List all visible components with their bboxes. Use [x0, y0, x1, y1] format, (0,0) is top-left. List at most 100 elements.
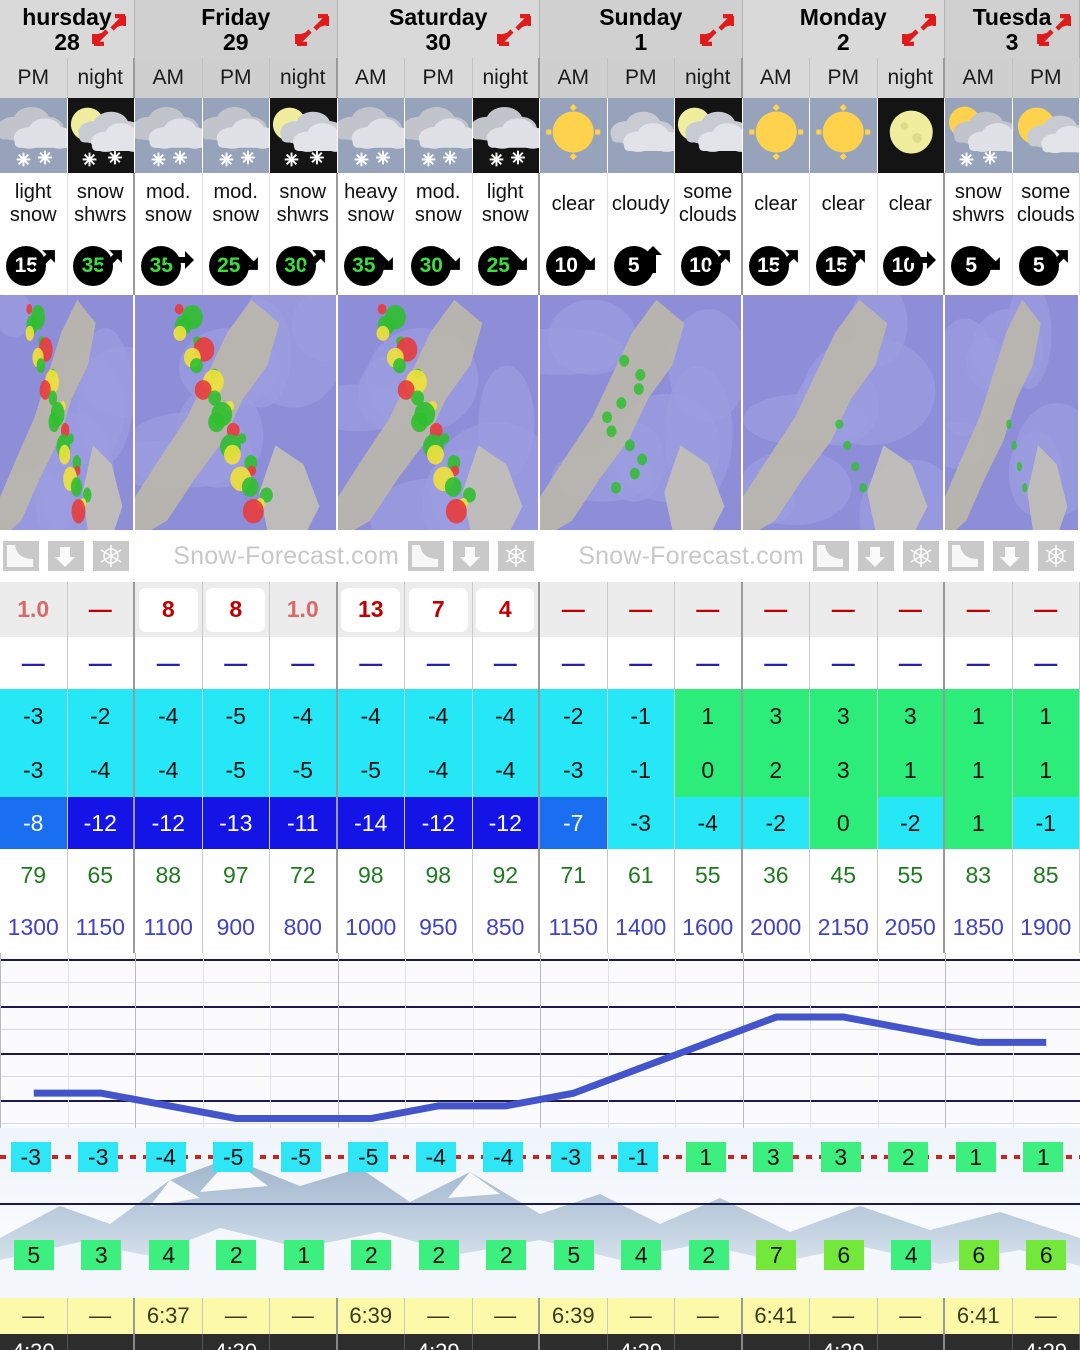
expand-arrows-icon[interactable] [901, 13, 938, 47]
period-pm-12[interactable]: PM [810, 58, 878, 98]
period-night-13[interactable]: night [877, 58, 945, 98]
sunrise-cell: 6:39 [540, 1298, 608, 1334]
period-am-14[interactable]: AM [945, 58, 1013, 98]
wind-cell: 30 [270, 235, 338, 295]
min-temp-cell: 3 [810, 743, 878, 797]
expand-arrows-icon[interactable] [699, 13, 735, 47]
rain-amount-cell: — [270, 637, 338, 689]
period-am-11[interactable]: AM [742, 58, 810, 98]
wind-direction-arrow-se [368, 245, 398, 281]
day-header-thursday[interactable]: hursday 28 [0, 0, 135, 58]
period-am-2[interactable]: AM [135, 58, 203, 98]
forecast-map[interactable] [742, 295, 945, 530]
forecast-map[interactable] [0, 295, 135, 530]
period-night-10[interactable]: night [675, 58, 743, 98]
expand-arrows-icon[interactable] [294, 13, 330, 47]
sunrise-cell: — [67, 1298, 135, 1334]
rain-amount-cell: — [810, 637, 878, 689]
max-temp-cell: -5 [202, 689, 270, 743]
rain-amount-cell: — [202, 637, 270, 689]
hum-value: 98 [425, 861, 452, 888]
wind-direction-arrow-se [502, 245, 532, 281]
rain-amount-cell: — [742, 637, 810, 689]
expand-arrows-icon[interactable] [496, 13, 533, 47]
weather-icon-cloud-snow [135, 98, 203, 173]
toolbar-snow-crystal-icon[interactable] [903, 541, 939, 571]
day-header-monday[interactable]: Monday 2 [742, 0, 945, 58]
toolbar-download-arrow-icon[interactable] [858, 541, 894, 571]
day-header-sunday[interactable]: Sunday 1 [540, 0, 743, 58]
wind-chill-cell: -3 [607, 797, 675, 849]
snow-value: — [764, 596, 788, 622]
toolbar-snow-crystal-icon[interactable] [93, 541, 129, 571]
tmax-value: 1 [971, 702, 985, 729]
toolbar-snow-crystal-icon[interactable] [1038, 541, 1074, 571]
forecast-map[interactable] [540, 295, 743, 530]
toolbar-corner-icon[interactable] [948, 541, 984, 571]
day-header-tuesday[interactable]: Tuesda 3 [945, 0, 1080, 58]
period-pm-9[interactable]: PM [607, 58, 675, 98]
weather-icon-moon-cloud-snow [270, 98, 338, 173]
rain-amount-cell: — [405, 637, 473, 689]
min-temp-cell: -5 [202, 743, 270, 797]
wind-badge: 30 [275, 243, 330, 287]
hum-value: 71 [560, 861, 587, 888]
wind-chill-cell: -8 [0, 797, 68, 849]
max-temp-cell: 3 [742, 689, 810, 743]
sunset-cell: — [675, 1334, 743, 1350]
tmin-value: 0 [701, 756, 715, 783]
max-temp-cell: -2 [67, 689, 135, 743]
toolbar-corner-icon[interactable] [408, 541, 444, 571]
description-line: snow [9, 204, 57, 226]
wind-cell: 25 [472, 235, 540, 295]
expand-arrows-icon[interactable] [91, 13, 128, 47]
sunset-cell: — [472, 1334, 540, 1350]
humidity-cell: 65 [67, 849, 135, 901]
wind-chill-cell: -7 [540, 797, 608, 849]
weather-icon-cloud [607, 98, 675, 173]
sunrise-cell: — [472, 1298, 540, 1334]
freezing-level-cell: 1150 [67, 901, 135, 953]
period-am-8[interactable]: AM [540, 58, 608, 98]
period-night-4[interactable]: night [270, 58, 338, 98]
day-header-saturday[interactable]: Saturday 30 [337, 0, 540, 58]
period-night-1[interactable]: night [67, 58, 135, 98]
toolbar-corner-icon[interactable] [3, 541, 39, 571]
day-number: 1 [634, 29, 648, 55]
toolbar-snow-crystal-icon[interactable] [498, 541, 534, 571]
toolbar-download-arrow-icon[interactable] [48, 541, 84, 571]
period-am-5[interactable]: AM [337, 58, 405, 98]
wind-cell: 5 [1012, 235, 1080, 295]
snow-value: — [629, 596, 653, 622]
snow-value: — [696, 596, 720, 622]
description-line: mod. [213, 181, 258, 203]
wind-speed-row: 15 35 35 25 30 35 30 25 10 5 10 15 15 10 5 5 [0, 235, 1080, 295]
period-night-7[interactable]: night [472, 58, 540, 98]
snow-amount-cell: 1.0 [270, 582, 338, 637]
day-header-friday[interactable]: Friday 29 [135, 0, 338, 58]
wind-chill-cell: -2 [877, 797, 945, 849]
hum-value: 85 [1032, 861, 1059, 888]
wind-cell: 15 [0, 235, 68, 295]
forecast-map[interactable] [337, 295, 540, 530]
max-temp-cell: -4 [337, 689, 405, 743]
period-pm-3[interactable]: PM [202, 58, 270, 98]
forecast-map[interactable] [945, 295, 1080, 530]
hum-value: 79 [20, 861, 47, 888]
expand-arrows-icon[interactable] [1036, 13, 1073, 47]
period-pm-6[interactable]: PM [405, 58, 473, 98]
wind-badge: 5 [951, 243, 1005, 287]
toolbar-corner-icon[interactable] [813, 541, 849, 571]
toolbar-download-arrow-icon[interactable] [993, 541, 1029, 571]
toolbar-download-arrow-icon[interactable] [453, 541, 489, 571]
frz-value: 2000 [750, 913, 802, 940]
tmax-value: 3 [836, 702, 850, 729]
hum-value: 98 [357, 861, 384, 888]
period-pm-15[interactable]: PM [1012, 58, 1080, 98]
wind-direction-arrow-ne [300, 245, 330, 281]
snow-value: — [831, 596, 855, 622]
period-pm-0[interactable]: PM [0, 58, 68, 98]
forecast-map[interactable] [135, 295, 338, 530]
tmin-value: -4 [90, 756, 111, 783]
weather-icon-sun [810, 98, 878, 173]
